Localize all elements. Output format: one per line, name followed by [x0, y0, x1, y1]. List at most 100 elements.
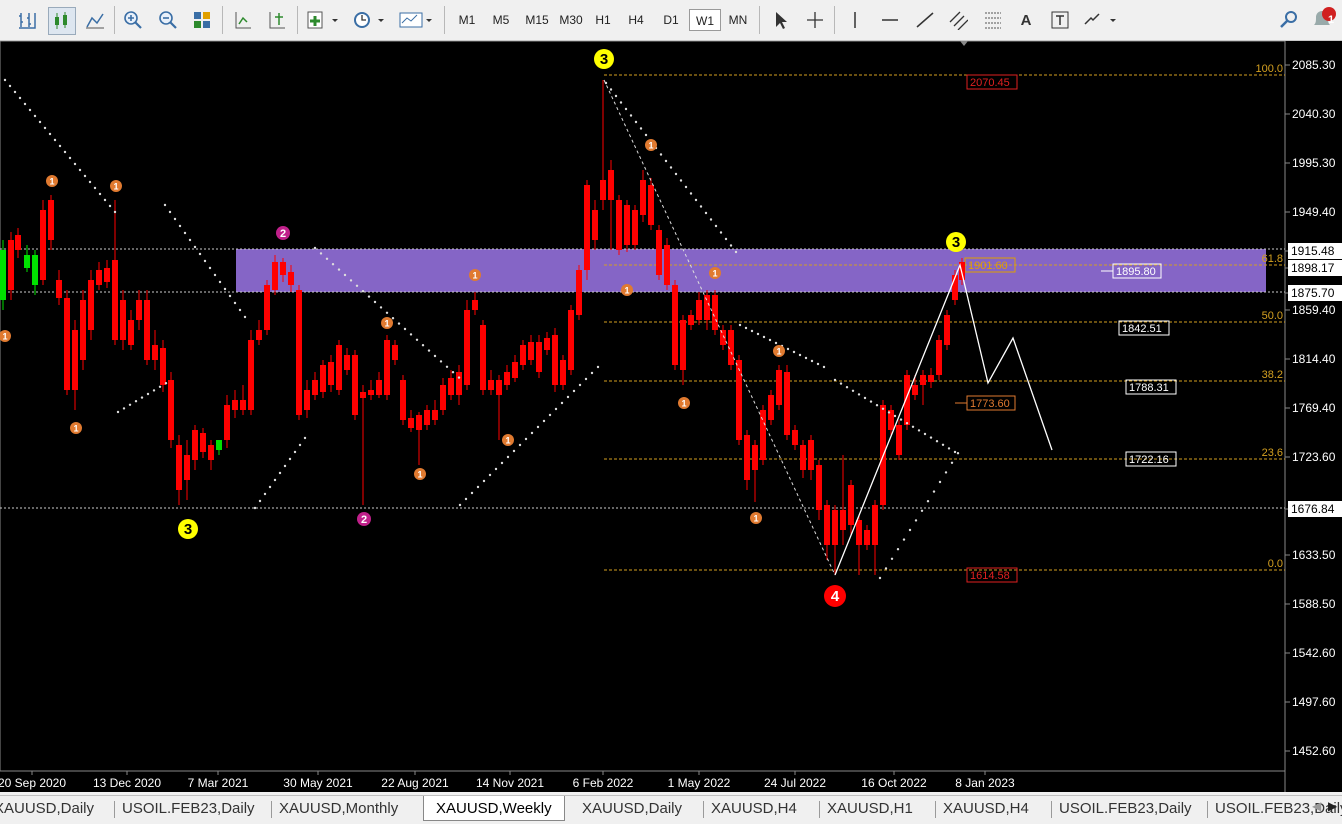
candle-body: [184, 455, 190, 480]
timeframe-mn[interactable]: MN: [724, 9, 752, 31]
candle-body: [568, 310, 574, 370]
sar-dot: [108, 204, 112, 208]
sar-dot: [373, 300, 377, 304]
timeframe-m30[interactable]: M30: [556, 9, 586, 31]
shift-marker[interactable]: [960, 41, 968, 46]
cursor-icon[interactable]: [767, 7, 793, 33]
zoom-in-icon[interactable]: [120, 7, 146, 33]
chart-tab[interactable]: XAUUSD,Daily: [0, 798, 94, 820]
tile-windows-icon[interactable]: [189, 7, 215, 33]
time-axis-label: 14 Nov 2021: [476, 776, 544, 790]
sar-dot: [709, 218, 713, 221]
zoom-out-icon[interactable]: [155, 7, 181, 33]
candle-body: [768, 395, 774, 420]
chart-tab[interactable]: XAUUSD,H4: [943, 798, 1029, 820]
candle-body: [152, 345, 158, 360]
sar-dot: [926, 500, 930, 503]
sar-dot: [584, 377, 588, 381]
timeframe-h4[interactable]: H4: [624, 9, 648, 31]
arrows-shapes-icon[interactable]: [1080, 7, 1120, 33]
text-tool-icon[interactable]: A: [1013, 7, 1039, 33]
timeframe-m15[interactable]: M15: [522, 9, 552, 31]
autoscroll-icon[interactable]: [264, 7, 290, 33]
line-chart-icon[interactable]: [82, 7, 108, 33]
candle-body: [8, 240, 14, 290]
templates-icon[interactable]: [396, 7, 436, 33]
fibonacci-retracement-icon[interactable]: [980, 7, 1006, 33]
sar-dot: [128, 403, 132, 406]
periods-clock-icon[interactable]: [350, 7, 388, 33]
price-chart[interactable]: 2085.30 2040.30 1995.30 1949.40 1915.48 1898.…: [0, 41, 1342, 792]
candle-body: [632, 210, 638, 245]
equidistant-channel-icon[interactable]: [945, 7, 971, 33]
timeframe-m1[interactable]: M1: [455, 9, 479, 31]
fib-level-label: 23.6: [1262, 447, 1283, 459]
wave-label: 2: [280, 228, 286, 240]
sar-dot: [433, 354, 437, 358]
crosshair-icon[interactable]: [802, 7, 828, 33]
timeframe-d1[interactable]: D1: [659, 9, 683, 31]
fib-level-label: 50.0: [1262, 310, 1283, 322]
sar-dot: [929, 436, 933, 439]
chart-tab[interactable]: XAUUSD,H4: [711, 798, 797, 820]
fib-level-label: 0.0: [1268, 558, 1283, 570]
candle-body: [240, 400, 246, 410]
bar-chart-icon[interactable]: [14, 7, 40, 33]
price-axis-label: 1542.60: [1292, 646, 1336, 660]
indicators-icon[interactable]: [304, 7, 342, 33]
candle-body: [696, 300, 702, 320]
candlestick-icon[interactable]: [48, 7, 76, 35]
sar-dot: [524, 437, 528, 441]
candle-body: [648, 185, 654, 225]
chart-shift-icon[interactable]: [230, 7, 256, 33]
sar-dot: [560, 401, 564, 405]
chart-tab[interactable]: XAUUSD,H1: [827, 798, 913, 820]
chart-tab[interactable]: XAUUSD,Weekly: [423, 796, 565, 821]
sar-dot: [798, 353, 802, 357]
timeframe-w1[interactable]: W1: [689, 9, 721, 31]
sar-dot: [634, 120, 638, 124]
chart-tab[interactable]: USOIL.FEB23,Daily: [1215, 798, 1342, 820]
sar-dot: [518, 443, 522, 447]
chart-tab[interactable]: USOIL.FEB23,Daily: [122, 798, 255, 820]
sar-dot: [168, 210, 172, 214]
chart-tab[interactable]: XAUUSD,Monthly: [279, 798, 398, 820]
sar-dot: [103, 198, 107, 202]
sar-dot: [684, 185, 688, 189]
candle-body: [736, 360, 742, 440]
candle-body: [160, 348, 166, 385]
search-icon[interactable]: [1276, 7, 1302, 33]
time-axis-label: 8 Jan 2023: [955, 776, 1015, 790]
sar-dot: [337, 268, 341, 271]
timeframe-m5[interactable]: M5: [489, 9, 513, 31]
scroll-left-icon[interactable]: ◀: [1312, 799, 1321, 813]
candle-body: [96, 270, 102, 285]
candle-body: [15, 235, 21, 250]
sar-dot: [43, 126, 47, 130]
price-axis-label: 1995.30: [1292, 156, 1336, 170]
notifications-icon[interactable]: 1: [1310, 7, 1336, 33]
horizontal-line-icon[interactable]: [877, 7, 903, 33]
sar-dot: [768, 338, 772, 342]
sar-dot: [629, 114, 633, 117]
candle-body: [504, 372, 510, 385]
tab-separator: [819, 801, 820, 818]
sar-dot: [679, 179, 683, 182]
sar-dot: [38, 120, 42, 124]
sar-dot: [33, 114, 37, 118]
sar-dot: [78, 168, 82, 172]
scroll-right-icon[interactable]: ▶: [1328, 799, 1337, 813]
sar-dot: [950, 461, 954, 464]
chart-tab[interactable]: USOIL.FEB23,Daily: [1059, 798, 1192, 820]
text-label-icon[interactable]: [1047, 7, 1073, 33]
sar-dot: [278, 471, 282, 475]
timeframe-h1[interactable]: H1: [591, 9, 615, 31]
chart-tab[interactable]: XAUUSD,Daily: [582, 798, 682, 820]
price-axis-label: 1949.40: [1292, 205, 1336, 219]
sar-dot: [367, 295, 371, 298]
trendline-icon[interactable]: [912, 7, 938, 33]
vertical-line-icon[interactable]: [842, 7, 868, 33]
candle-body: [848, 485, 854, 525]
candle-body: [720, 330, 726, 345]
sar-dot: [674, 172, 678, 176]
